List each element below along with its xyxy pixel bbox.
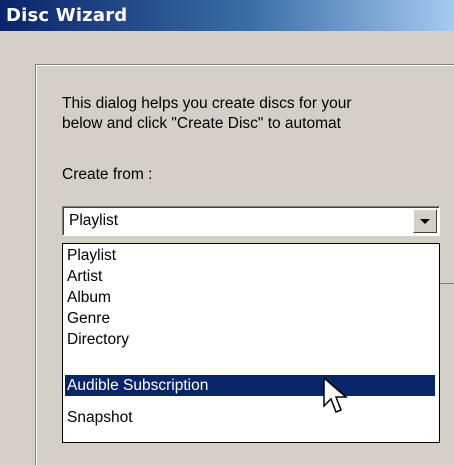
- dropdown-arrow-button[interactable]: [413, 209, 437, 233]
- dropdown-list[interactable]: Playlist Artist Album Genre Directory Au…: [62, 243, 440, 443]
- list-item-artist[interactable]: Artist: [65, 266, 435, 287]
- list-item-album[interactable]: Album: [65, 287, 435, 308]
- combobox-value: Playlist: [69, 212, 119, 229]
- window-title: Disc Wizard: [6, 5, 128, 26]
- intro-text: This dialog helps you create discs for y…: [62, 94, 351, 134]
- create-from-label: Create from :: [62, 166, 153, 183]
- list-item-playlist[interactable]: Playlist: [65, 245, 435, 266]
- divider: [440, 283, 454, 284]
- list-item-audible-subscription[interactable]: Audible Subscription: [65, 375, 435, 396]
- intro-line-2: below and click "Create Disc" to automat: [62, 115, 341, 132]
- list-item-genre[interactable]: Genre: [65, 308, 435, 329]
- intro-line-1: This dialog helps you create discs for y…: [62, 95, 352, 112]
- list-item-snapshot[interactable]: Snapshot: [65, 407, 435, 428]
- title-bar[interactable]: Disc Wizard: [0, 0, 454, 31]
- list-item-directory[interactable]: Directory: [65, 329, 435, 350]
- create-from-combobox[interactable]: Playlist: [62, 206, 440, 236]
- mouse-pointer-icon: [323, 376, 349, 413]
